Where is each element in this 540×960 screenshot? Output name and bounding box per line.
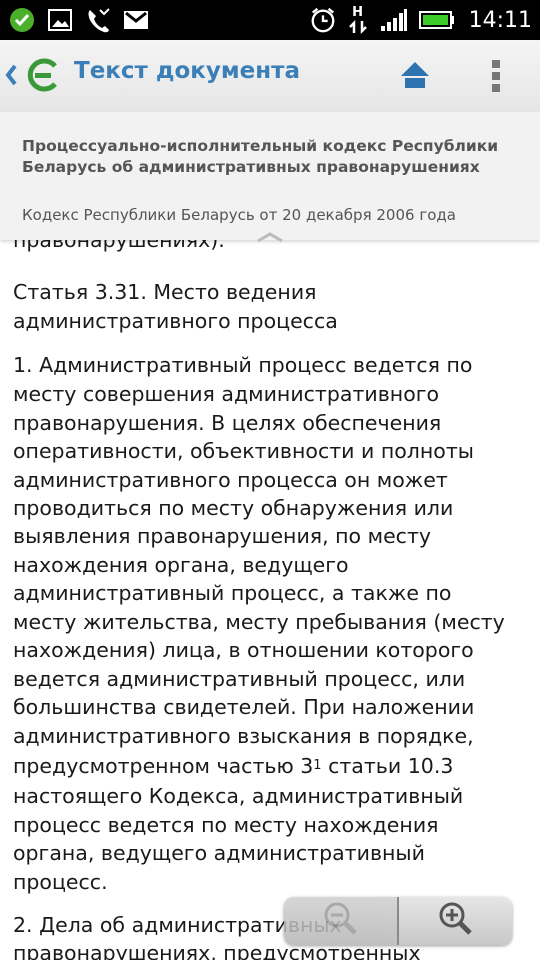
text-line: процесс. — [13, 870, 108, 894]
text-line: правонарушения. В целях обеспечения — [13, 411, 442, 435]
back-chevron-icon[interactable] — [4, 60, 18, 90]
text-line: 1. Административный процесс ведется по — [13, 353, 473, 377]
article-heading-line: административного процесса — [13, 309, 338, 333]
zoom-out-icon — [321, 899, 361, 943]
check-circle-icon — [8, 6, 36, 34]
superscript: 1 — [313, 758, 322, 773]
text-line: выявления правонарушения, по месту — [13, 524, 432, 548]
status-bar: H 14:11 — [0, 0, 540, 40]
alarm-icon — [309, 6, 337, 34]
text-line: месту жительства, месту пребывания (мест… — [13, 610, 505, 634]
text-line: оперативности, объективности и полноты — [13, 439, 474, 463]
text-line: нахождения) лица, в отношении которого — [13, 638, 474, 662]
text-segment: предусмотренном частью 3 — [13, 754, 314, 778]
text-line: настоящего Кодекса, административный — [13, 784, 464, 808]
page-title: Текст документа — [74, 58, 300, 84]
action-bar: Текст документа — [0, 40, 540, 113]
text-line: нахождения органа, ведущего — [13, 553, 349, 577]
article-heading-line: Статья 3.31. Место ведения — [13, 280, 317, 304]
missed-call-icon — [84, 6, 112, 34]
text-line: административный процесс, а также по — [13, 581, 452, 605]
home-up-icon[interactable] — [398, 58, 432, 92]
data-transfer-icon: H — [347, 6, 369, 34]
text-line: месту совершения административного — [13, 382, 440, 406]
text-line: процесс ведется по месту нахождения — [13, 813, 439, 837]
text-line: административного процесса он может — [13, 468, 448, 492]
battery-icon — [418, 6, 455, 34]
app-logo-icon[interactable] — [24, 56, 62, 94]
collapse-handle-icon[interactable] — [256, 228, 284, 243]
text-line: предусмотренном частью 31 статьи 10.3 — [13, 754, 453, 778]
text-line: большинства свидетелей. При наложении — [13, 695, 475, 719]
document-body[interactable]: правонарушениях). Статья 3.31. Место вед… — [0, 240, 540, 960]
zoom-in-icon — [436, 899, 476, 943]
zoom-in-button[interactable] — [399, 897, 512, 945]
zoom-out-button[interactable] — [284, 897, 397, 945]
text-segment: статьи 10.3 — [321, 754, 454, 778]
document-header[interactable]: Процессуально-исполнительный кодекс Респ… — [0, 112, 540, 243]
clock: 14:11 — [468, 7, 532, 33]
zoom-controls — [284, 897, 512, 945]
gmail-icon — [122, 6, 150, 34]
image-icon — [46, 6, 74, 34]
text-line: ведется административный процесс, или — [13, 667, 466, 691]
text-line: проводиться по месту обнаружения или — [13, 496, 454, 520]
text-line: правонарушениях). — [13, 240, 225, 252]
overflow-menu-icon[interactable] — [486, 56, 506, 96]
document-subtitle: Кодекс Республики Беларусь от 20 декабря… — [22, 206, 456, 224]
text-line: органа, ведущего административный — [13, 841, 425, 865]
signal-icon — [379, 6, 409, 34]
document-title: Процессуально-исполнительный кодекс Респ… — [22, 137, 499, 176]
text-line: административного взыскания в порядке, — [13, 724, 474, 748]
